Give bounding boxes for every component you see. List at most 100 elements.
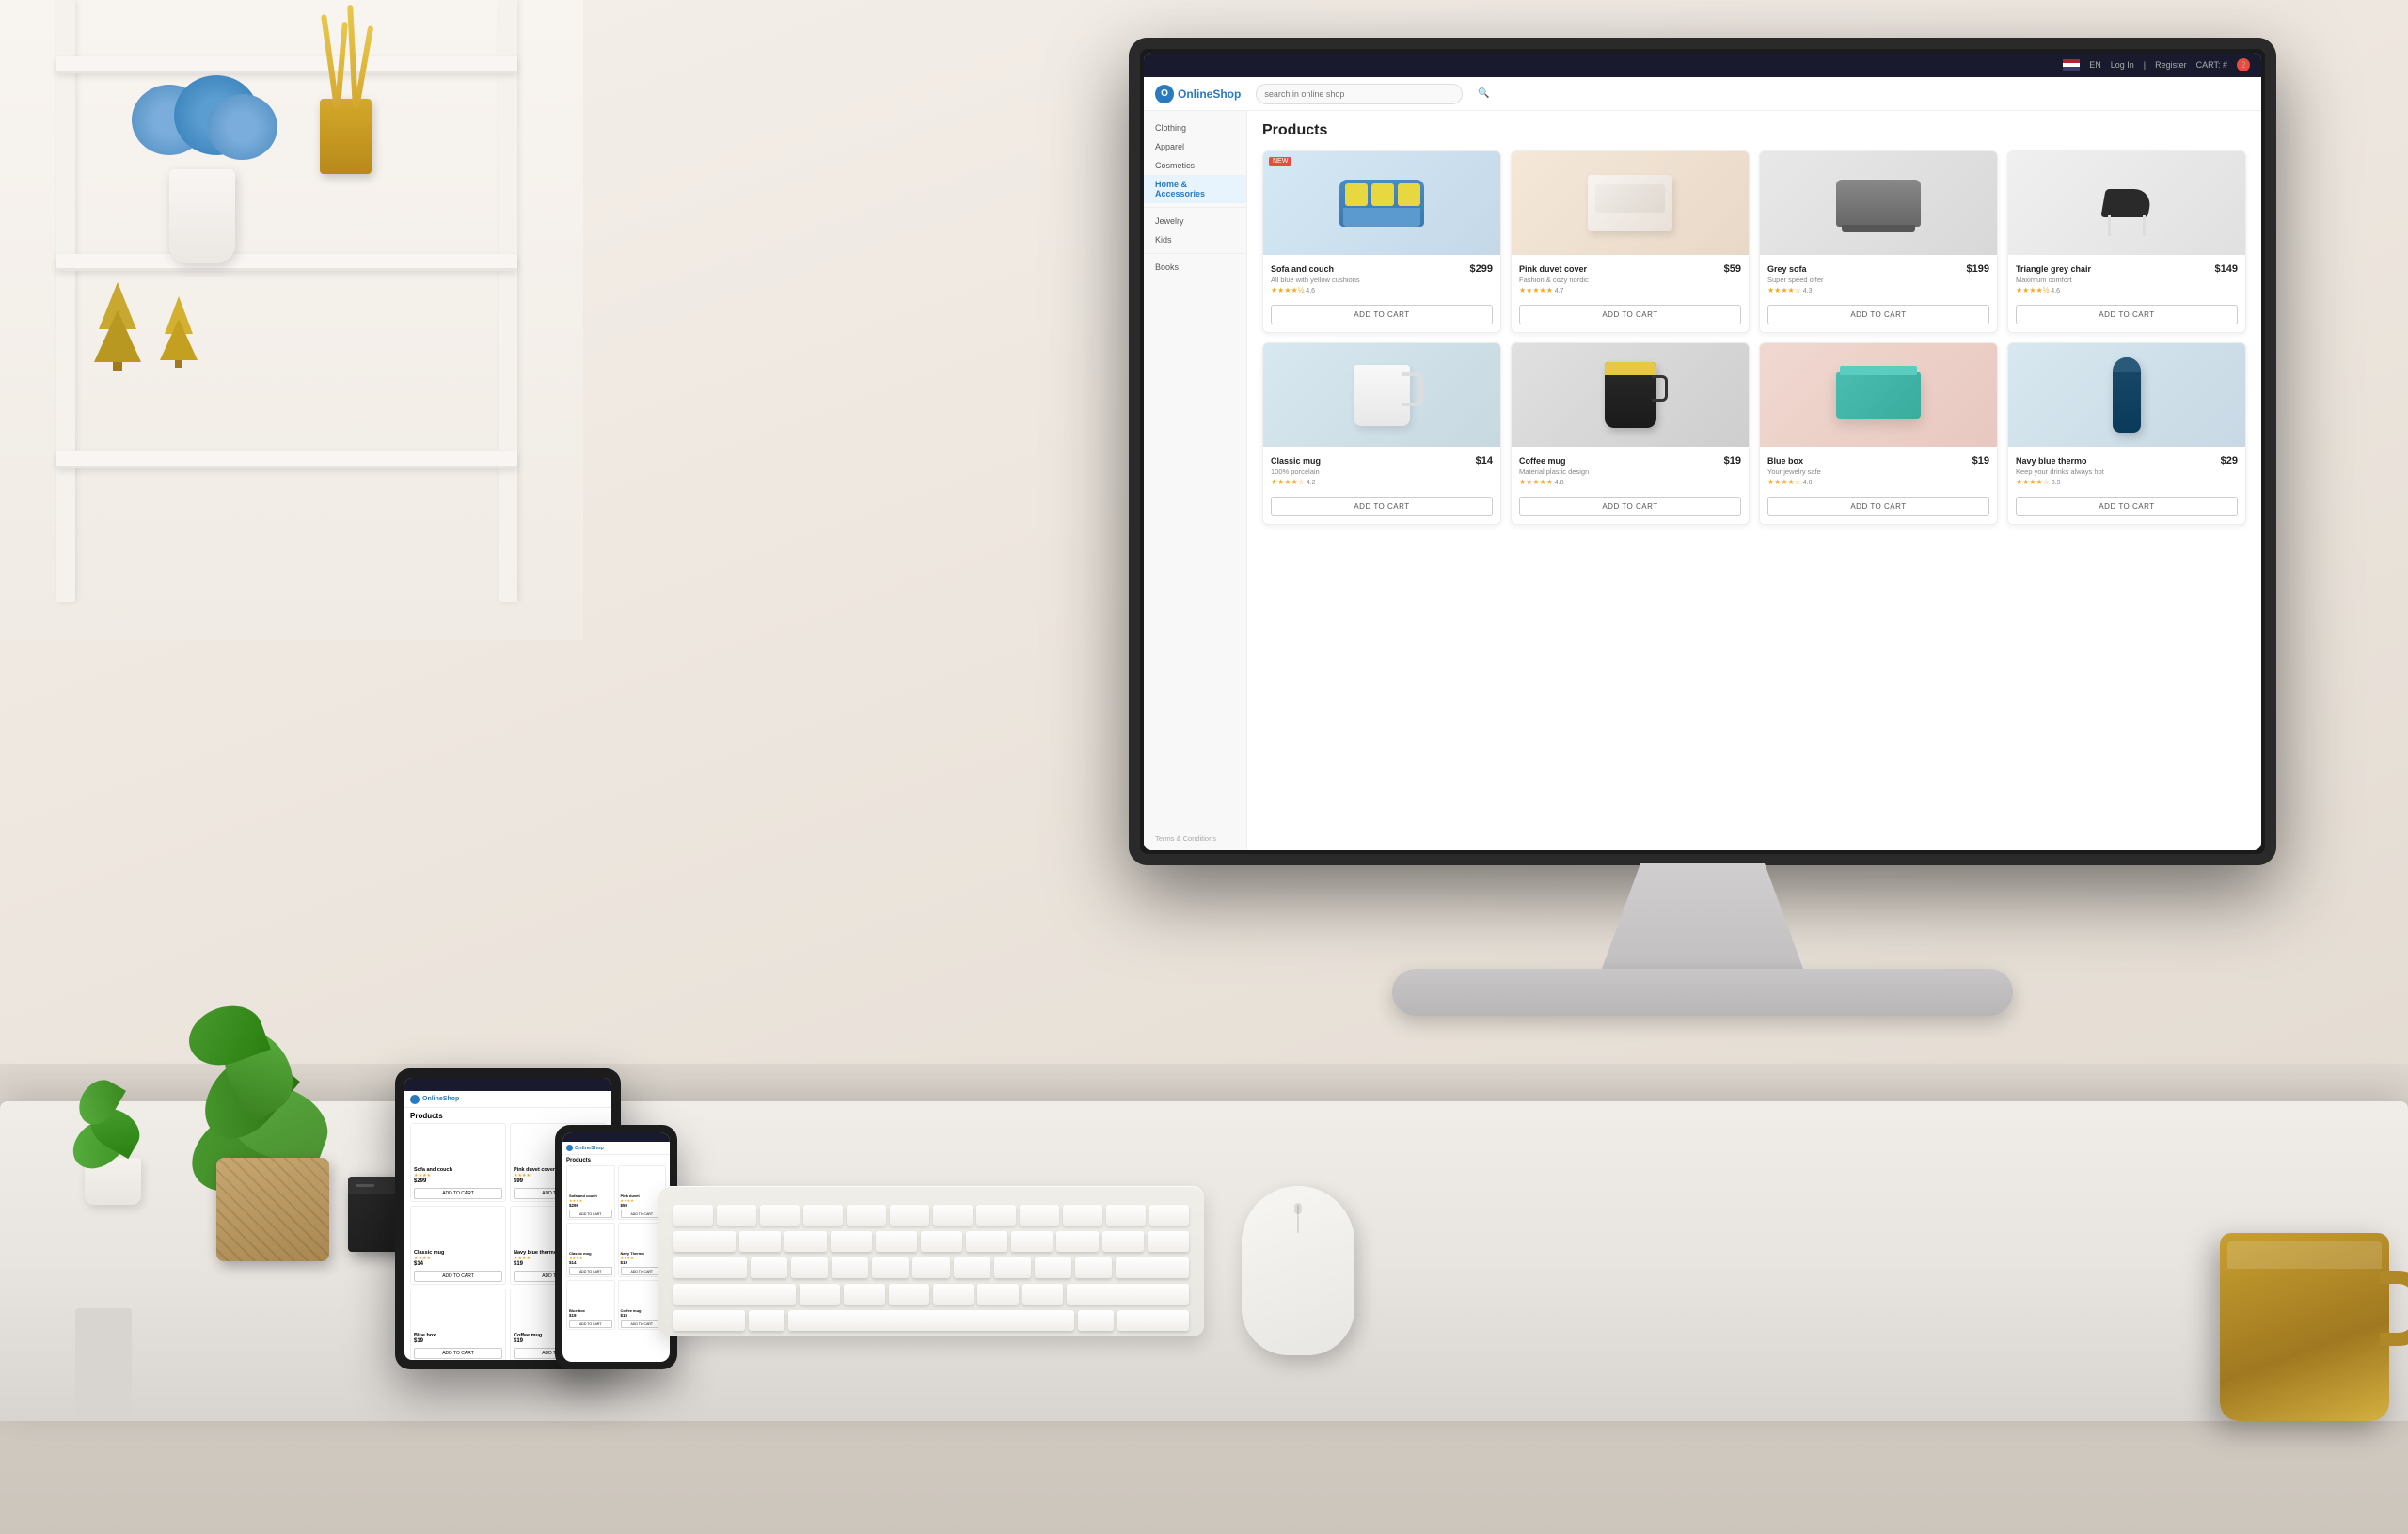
micro-btn-sofa[interactable]: ADD TO CART	[569, 1210, 612, 1218]
key[interactable]	[832, 1257, 868, 1278]
key[interactable]	[889, 1284, 929, 1305]
star-count-grey-sofa: 4.3	[1801, 288, 1813, 294]
search-input[interactable]	[1256, 84, 1463, 104]
product-desc-thermo: Keep your drinks always hot	[2016, 467, 2238, 476]
key-opt-left[interactable]	[749, 1310, 784, 1331]
star-count-duvet: 4.7	[1553, 288, 1564, 294]
add-to-cart-coffee-mug[interactable]: ADD TO CART	[1519, 497, 1741, 516]
product-desc-duvet: Fashion & cozy nordic	[1519, 276, 1741, 284]
key[interactable]	[1022, 1284, 1063, 1305]
stars-sofa: ★★★★½	[1271, 286, 1304, 294]
product-info-sofa: Sofa and couch $299 All blue with yellow…	[1263, 255, 1500, 301]
key[interactable]	[784, 1231, 826, 1252]
add-to-cart-blue-box[interactable]: ADD TO CART	[1767, 497, 1989, 516]
key[interactable]	[1056, 1231, 1098, 1252]
mini-price-sofa: $299	[414, 1178, 502, 1184]
key[interactable]	[1075, 1257, 1112, 1278]
product-desc-mug: 100% porcelain	[1271, 467, 1493, 476]
mini-info-box: Blue box $19	[411, 1331, 505, 1346]
key[interactable]	[890, 1205, 929, 1226]
sidebar-item-kids[interactable]: Kids	[1144, 230, 1246, 249]
search-icon[interactable]: 🔍	[1478, 88, 1489, 99]
key-spacebar[interactable]	[788, 1310, 1074, 1331]
topbar-login[interactable]: Log In	[2111, 60, 2134, 70]
key[interactable]	[912, 1257, 949, 1278]
key[interactable]	[844, 1284, 884, 1305]
keyboard[interactable]	[658, 1186, 1204, 1336]
key[interactable]	[954, 1257, 990, 1278]
key[interactable]	[739, 1231, 781, 1252]
key[interactable]	[847, 1205, 886, 1226]
sidebar-item-apparel[interactable]: Apparel	[1144, 137, 1246, 156]
key[interactable]	[976, 1205, 1016, 1226]
key[interactable]	[1020, 1205, 1059, 1226]
tree-mid	[94, 310, 141, 362]
sidebar-item-home[interactable]: Home & Accessories	[1144, 175, 1246, 203]
key[interactable]	[717, 1205, 756, 1226]
key[interactable]	[1035, 1257, 1071, 1278]
key[interactable]	[977, 1284, 1018, 1305]
key[interactable]	[1106, 1205, 1146, 1226]
key[interactable]	[831, 1231, 872, 1252]
gold-tree-tiny	[160, 296, 198, 367]
key[interactable]	[800, 1284, 840, 1305]
monitor-wrapper: EN Log In | Register CART: # 2 O OnlineS…	[1129, 38, 2333, 1260]
mini-btn-box[interactable]: ADD TO CART	[414, 1348, 502, 1359]
key[interactable]	[673, 1205, 713, 1226]
product-name-chair: Triangle grey chair	[2016, 264, 2091, 274]
key-shift-left[interactable]	[673, 1284, 796, 1305]
key[interactable]	[921, 1231, 962, 1252]
key[interactable]	[876, 1231, 917, 1252]
stars-blue-box: ★★★★☆	[1767, 478, 1801, 486]
flower-vase	[169, 169, 235, 263]
micro-btn-mug2[interactable]: ADD TO CART	[569, 1267, 612, 1275]
micro-btn-duvet[interactable]: ADD TO CART	[621, 1210, 664, 1218]
sidebar-item-cosmetics[interactable]: Cosmetics	[1144, 156, 1246, 175]
add-to-cart-sofa[interactable]: ADD TO CART	[1271, 305, 1493, 324]
key[interactable]	[933, 1205, 973, 1226]
key-shift-right[interactable]	[1067, 1284, 1189, 1305]
key-tab[interactable]	[673, 1231, 736, 1252]
stars-chair: ★★★★½	[2016, 286, 2049, 294]
product-card-sofa: NEW Sofa and couch $299 All blue with ye…	[1262, 150, 1501, 333]
sidebar-item-clothing[interactable]: Clothing	[1144, 119, 1246, 137]
key[interactable]	[966, 1231, 1007, 1252]
key[interactable]	[791, 1257, 828, 1278]
topbar-register[interactable]: Register	[2155, 60, 2187, 70]
key[interactable]	[933, 1284, 974, 1305]
mini-btn-mug[interactable]: ADD TO CART	[414, 1271, 502, 1282]
key[interactable]	[994, 1257, 1031, 1278]
brand-logo[interactable]: O OnlineShop	[1155, 85, 1241, 103]
key[interactable]	[1149, 1205, 1189, 1226]
terms-link[interactable]: Terms & Conditions	[1155, 834, 1216, 843]
key-cmd-right[interactable]	[1117, 1310, 1189, 1331]
key-enter[interactable]	[1116, 1257, 1189, 1278]
mini-btn-sofa[interactable]: ADD TO CART	[414, 1188, 502, 1199]
micro-btn-box2[interactable]: ADD TO CART	[569, 1320, 612, 1328]
key[interactable]	[1148, 1231, 1189, 1252]
sidebar-item-books[interactable]: Books	[1144, 258, 1246, 277]
topbar-separator: |	[2144, 60, 2146, 70]
micro-btn-thermo2[interactable]: ADD TO CART	[621, 1267, 664, 1275]
micro-btn-coffee2[interactable]: ADD TO CART	[621, 1320, 664, 1328]
key[interactable]	[803, 1205, 843, 1226]
key-opt-right[interactable]	[1078, 1310, 1114, 1331]
key-caps[interactable]	[673, 1257, 747, 1278]
key[interactable]	[760, 1205, 800, 1226]
add-to-cart-thermo[interactable]: ADD TO CART	[2016, 497, 2238, 516]
basket-weave	[216, 1158, 329, 1261]
add-to-cart-duvet[interactable]: ADD TO CART	[1519, 305, 1741, 324]
sidebar-item-jewelry[interactable]: Jewelry	[1144, 212, 1246, 230]
cart-badge[interactable]: 2	[2237, 58, 2250, 71]
add-to-cart-grey-sofa[interactable]: ADD TO CART	[1767, 305, 1989, 324]
key[interactable]	[1011, 1231, 1053, 1252]
key[interactable]	[751, 1257, 787, 1278]
key[interactable]	[1102, 1231, 1144, 1252]
key[interactable]	[872, 1257, 909, 1278]
key[interactable]	[1063, 1205, 1102, 1226]
mouse[interactable]	[1242, 1186, 1354, 1355]
add-to-cart-mug[interactable]: ADD TO CART	[1271, 497, 1493, 516]
key-cmd-left[interactable]	[673, 1310, 745, 1331]
stars-thermo: ★★★★☆	[2016, 478, 2050, 486]
add-to-cart-chair[interactable]: ADD TO CART	[2016, 305, 2238, 324]
